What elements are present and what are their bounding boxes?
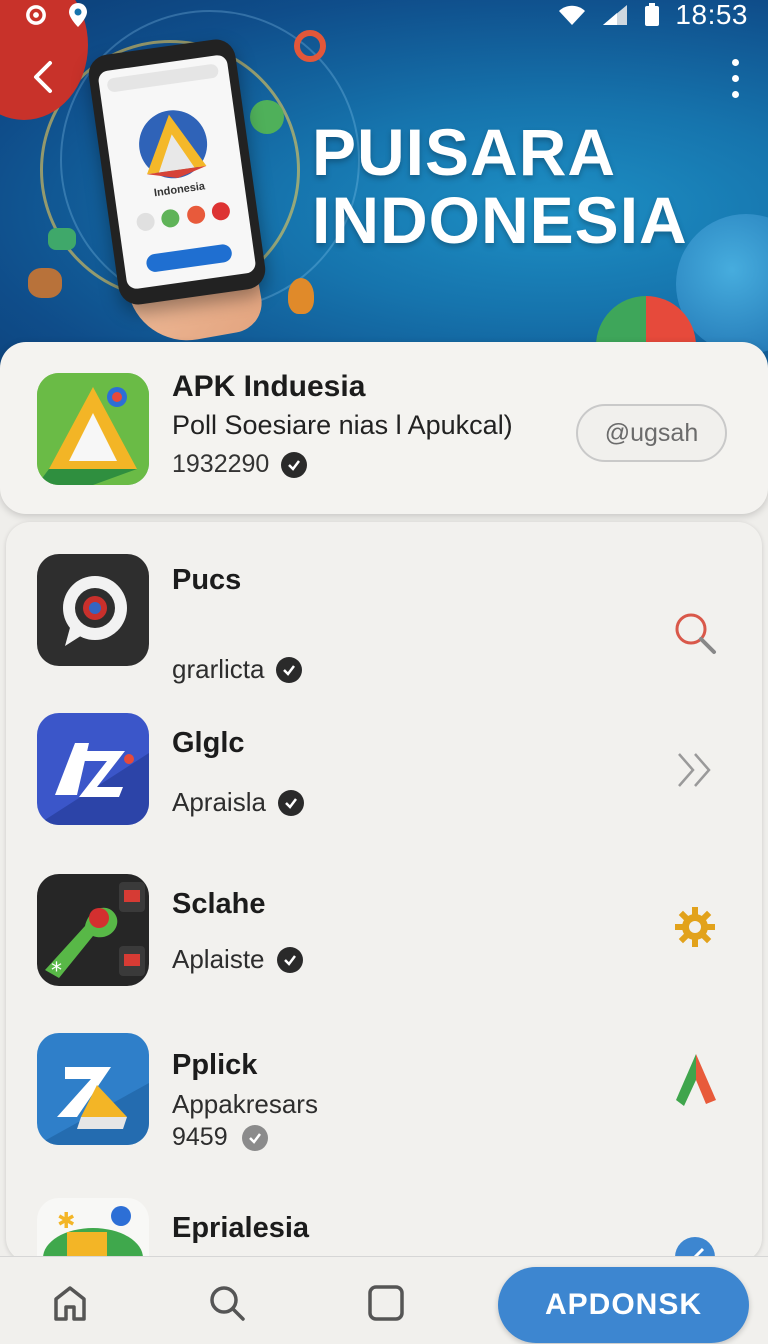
- chevron-left-icon: [34, 61, 52, 93]
- gear-icon: [675, 907, 715, 947]
- app-subtitle: Aplaiste: [172, 944, 303, 975]
- robot-decoration-icon: [48, 228, 76, 250]
- home-icon: [54, 1286, 86, 1321]
- app-subtitle-text: grarlicta: [172, 654, 265, 684]
- app-subtitle: grarlicta: [172, 654, 303, 685]
- app-name: Pucs: [172, 564, 242, 596]
- clock: 18:53: [675, 0, 748, 30]
- signal-icon: [603, 5, 628, 25]
- search-action-button[interactable]: [668, 606, 722, 660]
- install-action-button[interactable]: [668, 1053, 722, 1107]
- settings-action-button[interactable]: [668, 900, 722, 954]
- z-logo-icon: [37, 1033, 149, 1145]
- app-name: Pplick: [172, 1049, 258, 1081]
- list-item[interactable]: ✱ Eprialesia: [6, 1198, 762, 1262]
- list-item[interactable]: * Sclahe Aplaiste: [6, 874, 762, 1024]
- app-meta: 9459: [172, 1123, 268, 1152]
- list-item[interactable]: Glglc Apraisla: [6, 713, 762, 863]
- app-meta-count: 9459: [172, 1123, 228, 1151]
- hero-banner: Indonesia PUISARA INDONESIA 18:53: [0, 0, 768, 380]
- nav-recents-button[interactable]: [362, 1279, 410, 1327]
- location-status-icon: [69, 3, 87, 27]
- phone-cta: [145, 243, 233, 274]
- back-button[interactable]: [18, 52, 68, 102]
- app-name: Glglc: [172, 727, 245, 759]
- app-subtitle: Apraisla: [172, 787, 304, 818]
- app-name: Sclahe: [172, 888, 266, 920]
- featured-action-button[interactable]: @ugsah: [576, 404, 727, 462]
- list-item[interactable]: Pucs grarlicta: [6, 554, 762, 704]
- ring-decoration-icon: [294, 30, 326, 62]
- app-list: Pucs grarlicta Glglc Apraisla * Sclahe A…: [6, 522, 762, 1262]
- app-subtitle: Appakresars: [172, 1089, 318, 1120]
- app-subtitle-text: Apraisla: [172, 787, 266, 817]
- gear-decoration-icon: [250, 100, 284, 134]
- verified-icon: [281, 451, 308, 478]
- hero-title-line2: INDONESIA: [312, 183, 688, 257]
- more-dot: [731, 90, 739, 98]
- more-menu-button[interactable]: [720, 54, 750, 102]
- more-dot: [731, 74, 739, 82]
- wrench-icon: *: [37, 874, 149, 986]
- hero-title-line1: PUISARA: [312, 115, 617, 189]
- hero-title: PUISARA INDONESIA: [312, 118, 688, 254]
- app-subtitle-text: Aplaiste: [172, 944, 265, 974]
- chat-ring-icon: [37, 554, 149, 666]
- verified-icon: [277, 789, 304, 816]
- more-dot: [731, 58, 739, 66]
- az-logo-icon: [37, 713, 149, 825]
- app-subtitle-text: Appakresars: [172, 1089, 318, 1119]
- status-bar: 18:53: [0, 0, 768, 30]
- square-icon: [368, 1285, 404, 1321]
- primary-cta-button[interactable]: APDONSK: [498, 1267, 749, 1343]
- nav-home-button[interactable]: [46, 1279, 94, 1327]
- puzzle-icon: ✱: [37, 1198, 149, 1262]
- list-item[interactable]: Pplick Appakresars 9459: [6, 1033, 762, 1183]
- double-chevron-icon: [678, 753, 711, 787]
- featured-app-subtitle: Poll Soesiare nias l Apukcal): [172, 410, 513, 440]
- featured-app-meta: 1932290: [172, 450, 308, 479]
- svg-text:*: *: [51, 959, 62, 984]
- search-icon: [675, 613, 716, 654]
- battery-icon: [645, 3, 660, 26]
- featured-app-name: APK Induesia: [172, 370, 366, 403]
- fox-decoration-icon: [28, 268, 62, 298]
- search-icon: [210, 1286, 245, 1321]
- nav-search-button[interactable]: [203, 1279, 251, 1327]
- triangle-logo-icon[interactable]: [37, 373, 149, 485]
- colored-arrow-icon: [676, 1054, 716, 1106]
- settings-status-icon: [26, 5, 46, 25]
- wifi-icon: [559, 5, 586, 25]
- verified-icon: [276, 656, 303, 683]
- svg-text:✱: ✱: [57, 1209, 75, 1234]
- open-action-button[interactable]: [668, 743, 722, 797]
- leaf-decoration-icon: [288, 278, 314, 314]
- verified-icon: [276, 946, 303, 973]
- app-name: Eprialesia: [172, 1212, 310, 1244]
- verified-icon: [241, 1124, 268, 1151]
- download-count: 1932290: [172, 450, 270, 478]
